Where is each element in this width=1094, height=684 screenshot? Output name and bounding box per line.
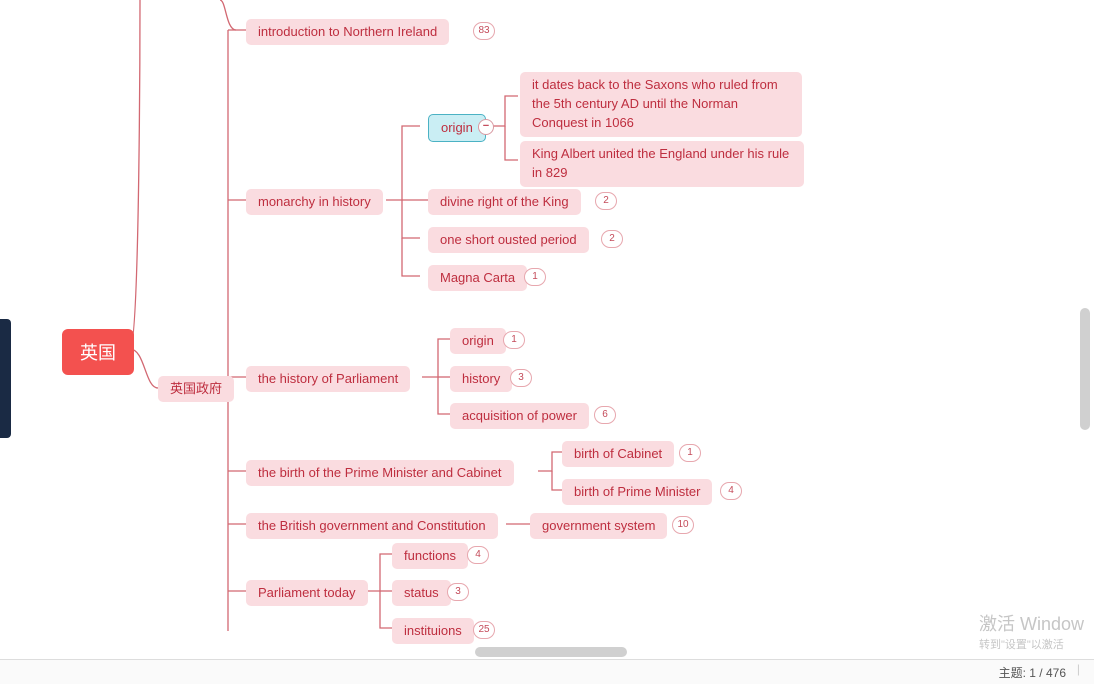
count-badge[interactable]: 83 [473,22,495,40]
count-badge[interactable]: 1 [679,444,701,462]
leaf-node[interactable]: King Albert united the England under his… [520,141,804,187]
node-monarchy-in-history[interactable]: monarchy in history [246,189,383,215]
count-badge[interactable]: 3 [447,583,469,601]
node-parliament-today[interactable]: Parliament today [246,580,368,606]
windows-activation-watermark: 激活 Window 转到"设置"以激活 [979,610,1084,652]
node-intro-northern-ireland[interactable]: introduction to Northern Ireland [246,19,449,45]
node-institutions[interactable]: instituions [392,618,474,644]
horizontal-scrollbar[interactable] [475,647,627,657]
node-birth-cabinet[interactable]: birth of Cabinet [562,441,674,467]
collapse-toggle[interactable]: − [478,119,494,135]
count-badge[interactable]: 25 [473,621,495,639]
node-functions[interactable]: functions [392,543,468,569]
count-badge[interactable]: 4 [467,546,489,564]
count-badge[interactable]: 4 [720,482,742,500]
node-status[interactable]: status [392,580,451,606]
mindmap-canvas[interactable]: 英国 英国政府 introduction to Northern Ireland… [0,0,1094,684]
node-acquisition-power[interactable]: acquisition of power [450,403,589,429]
node-ousted-period[interactable]: one short ousted period [428,227,589,253]
node-british-gov-constitution[interactable]: the British government and Constitution [246,513,498,539]
status-prefix: 主题: [999,666,1030,680]
watermark-line2: 转到"设置"以激活 [979,636,1084,652]
node-uk-government[interactable]: 英国政府 [158,376,234,402]
vertical-scrollbar[interactable] [1080,308,1090,430]
count-badge[interactable]: 2 [601,230,623,248]
node-history-parliament[interactable]: the history of Parliament [246,366,410,392]
status-sep: / [1036,666,1046,680]
status-total: 476 [1046,666,1066,680]
count-badge[interactable]: 10 [672,516,694,534]
count-badge[interactable]: 1 [524,268,546,286]
status-current: 1 [1029,666,1036,680]
status-divider: | [1077,662,1080,676]
topic-counter: 主题: 1 / 476 [999,664,1066,681]
count-badge[interactable]: 6 [594,406,616,424]
node-parliament-origin[interactable]: origin [450,328,506,354]
node-birth-pm-cabinet[interactable]: the birth of the Prime Minister and Cabi… [246,460,514,486]
node-magna-carta[interactable]: Magna Carta [428,265,527,291]
count-badge[interactable]: 2 [595,192,617,210]
node-parliament-history[interactable]: history [450,366,512,392]
count-badge[interactable]: 1 [503,331,525,349]
root-node[interactable]: 英国 [62,329,134,375]
node-divine-right[interactable]: divine right of the King [428,189,581,215]
node-birth-pm[interactable]: birth of Prime Minister [562,479,712,505]
leaf-node[interactable]: it dates back to the Saxons who ruled fr… [520,72,802,137]
count-badge[interactable]: 3 [510,369,532,387]
status-bar: 主题: 1 / 476 | [0,659,1094,684]
watermark-line1: 激活 Window [979,610,1084,636]
side-panel-handle[interactable] [0,319,11,438]
node-gov-system[interactable]: government system [530,513,667,539]
